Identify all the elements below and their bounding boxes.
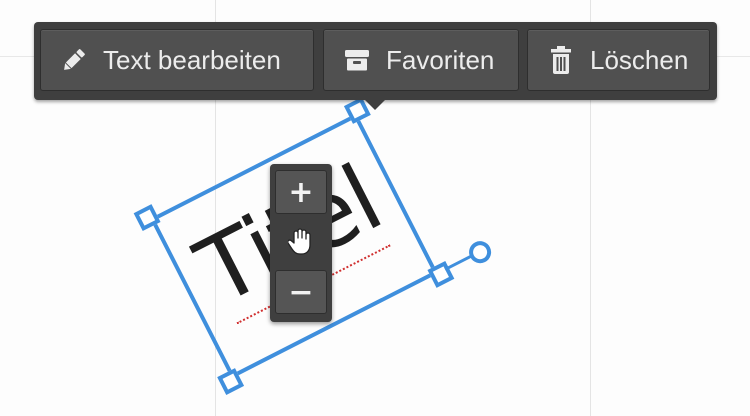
pencil-icon	[59, 45, 89, 75]
archive-box-icon	[342, 45, 372, 75]
favorites-button[interactable]: Favoriten	[323, 29, 519, 91]
zoom-out-button[interactable]: −	[275, 270, 327, 314]
delete-button[interactable]: Löschen	[527, 29, 710, 91]
edit-text-label: Text bearbeiten	[103, 44, 281, 75]
trash-icon	[546, 45, 576, 75]
hand-grab-icon[interactable]	[286, 224, 316, 258]
editor-canvas[interactable]: Titel + −	[0, 0, 750, 416]
favorites-label: Favoriten	[386, 44, 495, 75]
delete-label: Löschen	[590, 44, 689, 75]
edit-text-button[interactable]: Text bearbeiten	[40, 29, 314, 91]
zoom-control: + −	[270, 164, 332, 322]
zoom-in-button[interactable]: +	[275, 170, 327, 214]
object-toolbar: Text bearbeiten Favoriten Löschen	[34, 22, 717, 110]
rotate-handle[interactable]	[465, 237, 495, 267]
